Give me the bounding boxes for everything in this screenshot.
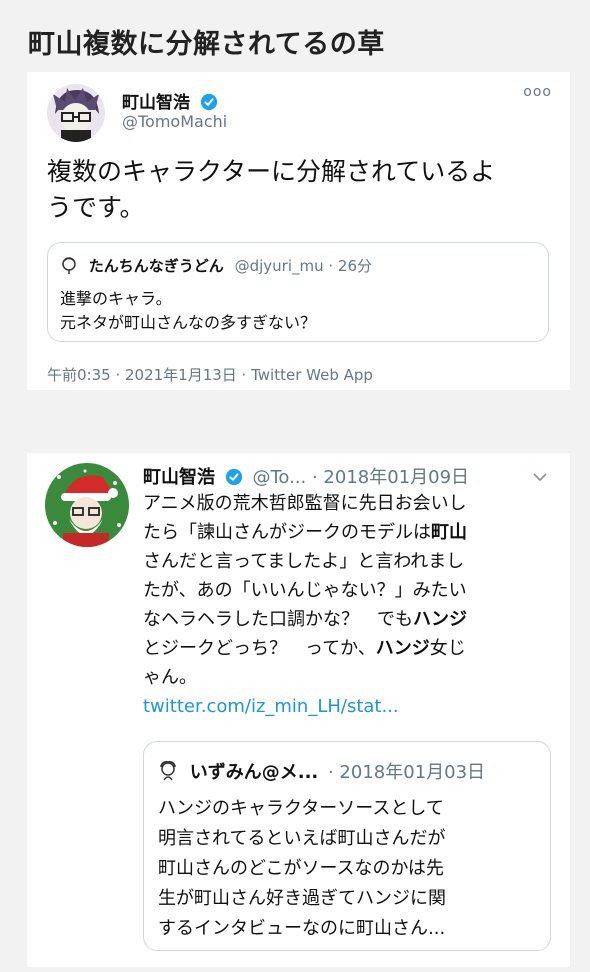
more-options-icon[interactable]: ooo [523,84,552,100]
quoted-text: ハンジのキャラクターソースとして 明言されてるといえば町山さんだが 町山さんのど… [158,794,538,944]
page-title: 町山複数に分解されてるの草 [28,29,385,60]
quoted-avatar [158,760,178,782]
tweet-timestamp[interactable]: 午前0:35 · 2021年1月13日 · Twitter Web App [47,364,373,385]
avatar[interactable] [45,463,129,547]
tweet-text: アニメ版の荒木哲郎監督に先日お会いし たら「諫山さんがジークのモデルは町山 さん… [143,489,553,721]
tweet-link[interactable]: twitter.com/iz_min_LH/stat... [143,692,553,721]
tweet-card[interactable]: 町山智浩 @To... · 2018年01月09日 アニメ版の荒木哲郎監督に先日… [27,453,570,967]
quoted-author-name: たんちんなぎうどん [88,257,224,275]
quoted-meta: @djyuri_mu · 26分 [234,257,372,275]
author-name[interactable]: 町山智浩 [143,467,215,488]
quoted-text-line: するインタビューなのに町山さん... [158,918,446,939]
tweet-text-line: うです。 [47,193,145,222]
avatar[interactable] [47,84,105,142]
quoted-text-line: 町山さんのどこがソースなのかは先 [158,858,444,879]
author-handle[interactable]: @TomoMachi [122,112,227,131]
verified-icon [225,468,243,491]
tweet-header: 町山智浩 @To... · 2018年01月09日 [143,463,469,491]
quoted-author-name: いずみん@メ... [189,762,319,783]
quoted-tweet[interactable]: たんちんなぎうどん @djyuri_mu · 26分 進撃のキャラ。 元ネタが町… [47,242,549,342]
quoted-tweet-header: たんちんなぎうどん @djyuri_mu · 26分 [60,255,372,276]
tweet-text-line: ゃん。 [143,667,197,688]
tweet-text-line: たら「諫山さんがジークのモデルは町山 [143,522,467,543]
tweet-text-line: とジークどっち？ ってか、ハンジ女じ [143,638,466,659]
tweet-text-line: さんだと言ってましたよ」と言われまし [143,551,465,572]
quoted-text-line: ハンジのキャラクターソースとして [158,798,444,819]
tweet-text-line: 複数のキャラクターに分解されているよ [47,157,496,186]
quoted-text: 進撃のキャラ。 元ネタが町山さんなの多すぎない？ [60,287,316,335]
quoted-avatar [60,256,78,274]
author-name-text[interactable]: 町山智浩 [122,93,190,113]
quoted-text-line: 進撃のキャラ。 [60,289,172,308]
quoted-tweet-header: いずみん@メ... · 2018年01月03日 [158,758,485,784]
tweet-text-line: なヘラヘラした口調かな？ でもハンジ [143,609,467,630]
author-meta[interactable]: @To... · 2018年01月09日 [252,467,469,488]
quoted-meta: · 2018年01月03日 [327,762,486,783]
tweet-text: 複数のキャラクターに分解されているよ うです。 [47,154,557,226]
quoted-tweet[interactable]: いずみん@メ... · 2018年01月03日 ハンジのキャラクターソースとして… [143,741,551,951]
chevron-down-icon[interactable] [532,467,548,486]
tweet-card[interactable]: 町山智浩 @TomoMachi ooo 複数のキャラクターに分解されているよ う… [27,72,570,390]
quoted-text-line: 生が町山さん好き過ぎてハンジに関 [158,888,446,909]
quoted-text-line: 元ネタが町山さんなの多すぎない？ [60,313,317,332]
tweet-text-line: たが、あの「いいんじゃない？」みたい [143,580,467,601]
tweet-text-line: アニメ版の荒木哲郎監督に先日お会いし [143,493,467,514]
quoted-text-line: 明言されてるといえば町山さんだが [158,828,446,849]
